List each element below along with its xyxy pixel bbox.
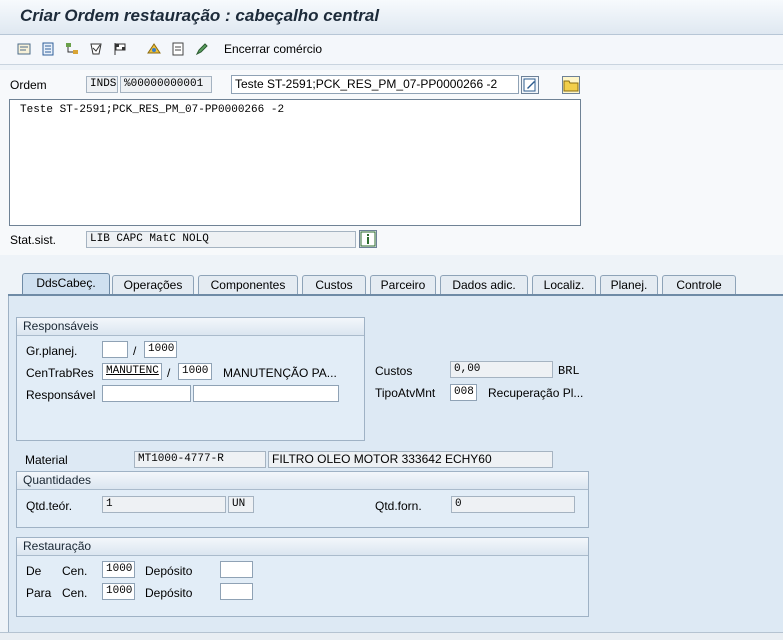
tab-componentes[interactable]: Componentes: [198, 275, 298, 294]
material-code-field: MT1000-4777-R: [134, 451, 266, 468]
material-desc-field: FILTRO OLEO MOTOR 333642 ECHY60: [268, 451, 553, 468]
application-toolbar: Encerrar comércio: [0, 35, 783, 65]
title-bar: Criar Ordem restauração : cabeçalho cent…: [0, 0, 783, 35]
qtd-teor-field: 1: [102, 496, 226, 513]
tipo-atv-label: TipoAtvMnt: [375, 386, 436, 400]
pen-icon[interactable]: [194, 41, 210, 57]
tab-controle[interactable]: Controle: [662, 275, 736, 294]
tab-custos[interactable]: Custos: [302, 275, 366, 294]
de-deposito-input[interactable]: [220, 561, 253, 578]
tab-strip: DdsCabeç. Operações Componentes Custos P…: [0, 272, 783, 296]
page-title: Criar Ordem restauração : cabeçalho cent…: [20, 6, 380, 25]
order-label: Ordem: [10, 78, 47, 92]
centrab-label: CenTrabRes: [26, 366, 94, 380]
centrab-slash: /: [167, 366, 171, 380]
status-info-button[interactable]: [359, 230, 377, 248]
para-label: Para: [26, 586, 52, 600]
tipo-atv-desc: Recuperação Pl...: [488, 386, 584, 400]
edit-icon: [523, 78, 536, 92]
gr-planej-slash: /: [133, 344, 137, 358]
order-type-field: INDS: [86, 76, 118, 93]
de-cen-input[interactable]: 1000: [102, 561, 135, 578]
quantidades-header: Quantidades: [17, 472, 588, 490]
material-label: Material: [25, 453, 68, 467]
edit-longtext-button[interactable]: [521, 76, 539, 94]
responsavel-desc-field: [193, 385, 339, 402]
gr-planej-input[interactable]: [102, 341, 128, 358]
de-cen-label: Cen.: [62, 564, 88, 578]
folder-button[interactable]: [562, 76, 580, 94]
custos-label: Custos: [375, 364, 413, 378]
unit-field: UN: [228, 496, 254, 513]
system-status-field: LIB CAPC MatC NOLQ: [86, 231, 356, 248]
header-data-icon[interactable]: [16, 41, 32, 57]
responsaveis-group: Responsáveis Gr.planej. / 1000 CenTrabRe…: [16, 317, 365, 441]
centrab-center-input[interactable]: 1000: [178, 363, 212, 380]
tab-content-panel: Responsáveis Gr.planej. / 1000 CenTrabRe…: [8, 296, 783, 634]
restauracao-group: Restauração De Cen. 1000 Depósito Para C…: [16, 537, 589, 617]
long-text-content[interactable]: Teste ST-2591;PCK_RES_PM_07-PP0000266 -2: [20, 104, 284, 116]
tab-localiz[interactable]: Localiz.: [532, 275, 596, 294]
quantidades-group: Quantidades Qtd.teór. 1 UN Qtd.forn. 0: [16, 471, 589, 528]
tab-parceiro[interactable]: Parceiro: [370, 275, 436, 294]
tab-ddscabec[interactable]: DdsCabeç.: [22, 273, 110, 295]
flag-icon[interactable]: [112, 41, 128, 57]
order-number-field: %00000000001: [120, 76, 212, 93]
centrab-input[interactable]: MANUTENC: [102, 363, 162, 380]
end-commerce-button[interactable]: Encerrar comércio: [224, 42, 322, 56]
folder-icon: [563, 80, 579, 92]
de-deposito-label: Depósito: [145, 564, 193, 578]
para-deposito-label: Depósito: [145, 586, 193, 600]
status-label: Stat.sist.: [10, 233, 57, 247]
hierarchy-icon[interactable]: [64, 41, 80, 57]
tab-planej[interactable]: Planej.: [600, 275, 658, 294]
tab-operacoes[interactable]: Operações: [112, 275, 194, 294]
responsaveis-header: Responsáveis: [17, 318, 364, 336]
qtd-teor-label: Qtd.teór.: [26, 499, 73, 513]
custos-field: 0,00: [450, 361, 553, 378]
gr-planej-label: Gr.planej.: [26, 344, 78, 358]
para-deposito-input[interactable]: [220, 583, 253, 600]
gr-planej-center-input[interactable]: 1000: [144, 341, 177, 358]
document-icon[interactable]: [170, 41, 186, 57]
de-label: De: [26, 564, 42, 578]
order-header: Ordem INDS %00000000001 Teste ST-2591;PC…: [0, 70, 783, 255]
responsavel-label: Responsável: [26, 388, 96, 402]
check-icon[interactable]: [88, 41, 104, 57]
currency-label: BRL: [558, 364, 580, 378]
restauracao-header: Restauração: [17, 538, 588, 556]
tab-dados-adic[interactable]: Dados adic.: [440, 275, 528, 294]
responsavel-input[interactable]: [102, 385, 191, 402]
qtd-forn-field: 0: [451, 496, 575, 513]
list-icon[interactable]: [40, 41, 56, 57]
centrab-desc: MANUTENÇÃO PA...: [223, 366, 337, 380]
order-description-input[interactable]: Teste ST-2591;PCK_RES_PM_07-PP0000266 -2: [231, 75, 519, 94]
para-cen-label: Cen.: [62, 586, 88, 600]
info-icon: [360, 231, 376, 247]
release-icon[interactable]: [146, 41, 162, 57]
qtd-forn-label: Qtd.forn.: [375, 499, 422, 513]
long-text-area[interactable]: Teste ST-2591;PCK_RES_PM_07-PP0000266 -2: [9, 99, 581, 226]
tipo-atv-input[interactable]: 008: [450, 384, 477, 401]
para-cen-input[interactable]: 1000: [102, 583, 135, 600]
